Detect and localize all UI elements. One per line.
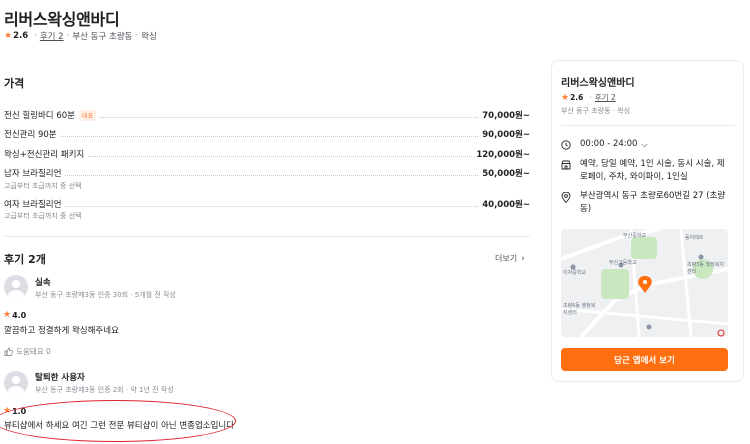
header-meta: ★ 2.6 · 후기 2 · 부산 동구 초량동 · 왁싱 (4, 30, 157, 42)
price-item: 전신관리 90분 90,000원~ (4, 128, 530, 140)
price-item: 전신 힐링바디 60분 대표 70,000원~ (4, 109, 530, 121)
thumbs-up-icon (4, 347, 13, 356)
card-location: 부산 동구 초량동 · 왁싱 (561, 107, 631, 115)
price-item-value: 40,000원~ (482, 200, 530, 210)
star-icon: ★ (4, 31, 13, 41)
price-section-title: 가격 (4, 77, 25, 90)
price-item-value: 90,000원~ (482, 130, 530, 140)
price-item-name: 여자 브라질리언 (4, 200, 62, 210)
reviews-section-title: 후기 2개 (4, 253, 46, 266)
rating-value: 2.6 (13, 31, 29, 41)
location-text: 부산 동구 초량동 (72, 32, 133, 42)
card-title: 리버스왁싱앤바디 (561, 78, 635, 89)
price-item: 남자 브라질리언 50,000원~ (4, 167, 530, 179)
card-rating: 2.6 (570, 93, 584, 102)
avatar (4, 275, 28, 299)
map-label: 동아레르 (685, 235, 704, 241)
more-reviews-link[interactable]: 더보기 › (495, 253, 525, 264)
map-label: 부산고등학교 (609, 260, 637, 266)
avatar (4, 371, 28, 395)
category-text: 왁싱 (141, 32, 157, 42)
price-item-note: 고급부터 초급까지 중 선택 (4, 182, 82, 190)
reviewer-name: 탈퇴한 사용자 (35, 373, 85, 383)
clock-icon (561, 140, 571, 150)
map-label: 초량6동 행정복지센터 (563, 303, 596, 316)
card-divider (561, 125, 735, 126)
chevron-down-icon: ⌵ (641, 140, 648, 149)
star-icon: ★ (561, 92, 570, 103)
location-pin-icon (561, 192, 571, 203)
map-label: 부산중학교 (623, 233, 647, 239)
facilities-text: 예약, 당일 예약, 1인 시술, 동시 시술, 제로페이, 주차, 와이파이,… (580, 159, 725, 182)
address-text: 부산광역시 동구 초량로60번길 27 (초량동) (580, 191, 726, 214)
annotation-ellipse (0, 400, 236, 442)
review-text: 깔끔하고 정결하게 왁싱해주네요 (4, 326, 119, 336)
section-divider (4, 236, 530, 237)
price-item-value: 120,000원~ (476, 150, 530, 160)
review-rating: ★ 4.0 (3, 310, 27, 320)
location-map[interactable]: 부산중학교 동아레르 부산고등학교 이자중학교 초량3동 행정복지센터 초량6동… (561, 229, 728, 337)
map-label: 초량3동 행정복지센터 (687, 262, 724, 275)
price-item-name: 전신관리 90분 (4, 130, 57, 140)
card-meta: ★ 2.6 · 후기 2 (561, 92, 616, 103)
price-item: 여자 브라질리언 40,000원~ (4, 198, 530, 210)
price-item-name: 전신 힐링바디 60분 (4, 111, 75, 121)
page-title: 리버스왁싱앤바디 (4, 10, 120, 29)
price-item-name: 남자 브라질리언 (4, 169, 62, 179)
map-graphic (561, 229, 728, 337)
chevron-right-icon: › (521, 253, 525, 264)
helpful-button[interactable]: 도움돼요 0 (4, 346, 51, 357)
reviewer-meta: 부산 동구 초량제3동 인증 30회 · 5개월 전 작성 (35, 291, 176, 299)
representative-badge: 대표 (78, 109, 97, 121)
card-review-link[interactable]: 후기 2 (595, 92, 616, 103)
price-item: 왁싱+전신관리 패키지 120,000원~ (4, 148, 530, 160)
opening-hours[interactable]: 00:00 - 24:00 ⌵ (580, 138, 648, 151)
price-item-note: 고급부터 초급까지 중 선택 (4, 212, 82, 220)
open-in-app-button[interactable]: 당근 앱에서 보기 (561, 348, 728, 371)
star-icon: ★ (3, 310, 12, 320)
review-count-link[interactable]: 후기 2 (40, 30, 64, 42)
price-item-name: 왁싱+전신관리 패키지 (4, 150, 85, 160)
store-icon (561, 160, 571, 170)
map-label: 이자중학교 (563, 270, 587, 276)
reviewer-meta: 부산 동구 초량제3동 인증 2회 · 약 1년 전 작성 (35, 386, 174, 394)
price-item-value: 50,000원~ (482, 169, 530, 179)
price-item-value: 70,000원~ (482, 111, 530, 121)
reviewer-name: 실속 (35, 278, 51, 288)
more-label: 더보기 (495, 254, 518, 263)
